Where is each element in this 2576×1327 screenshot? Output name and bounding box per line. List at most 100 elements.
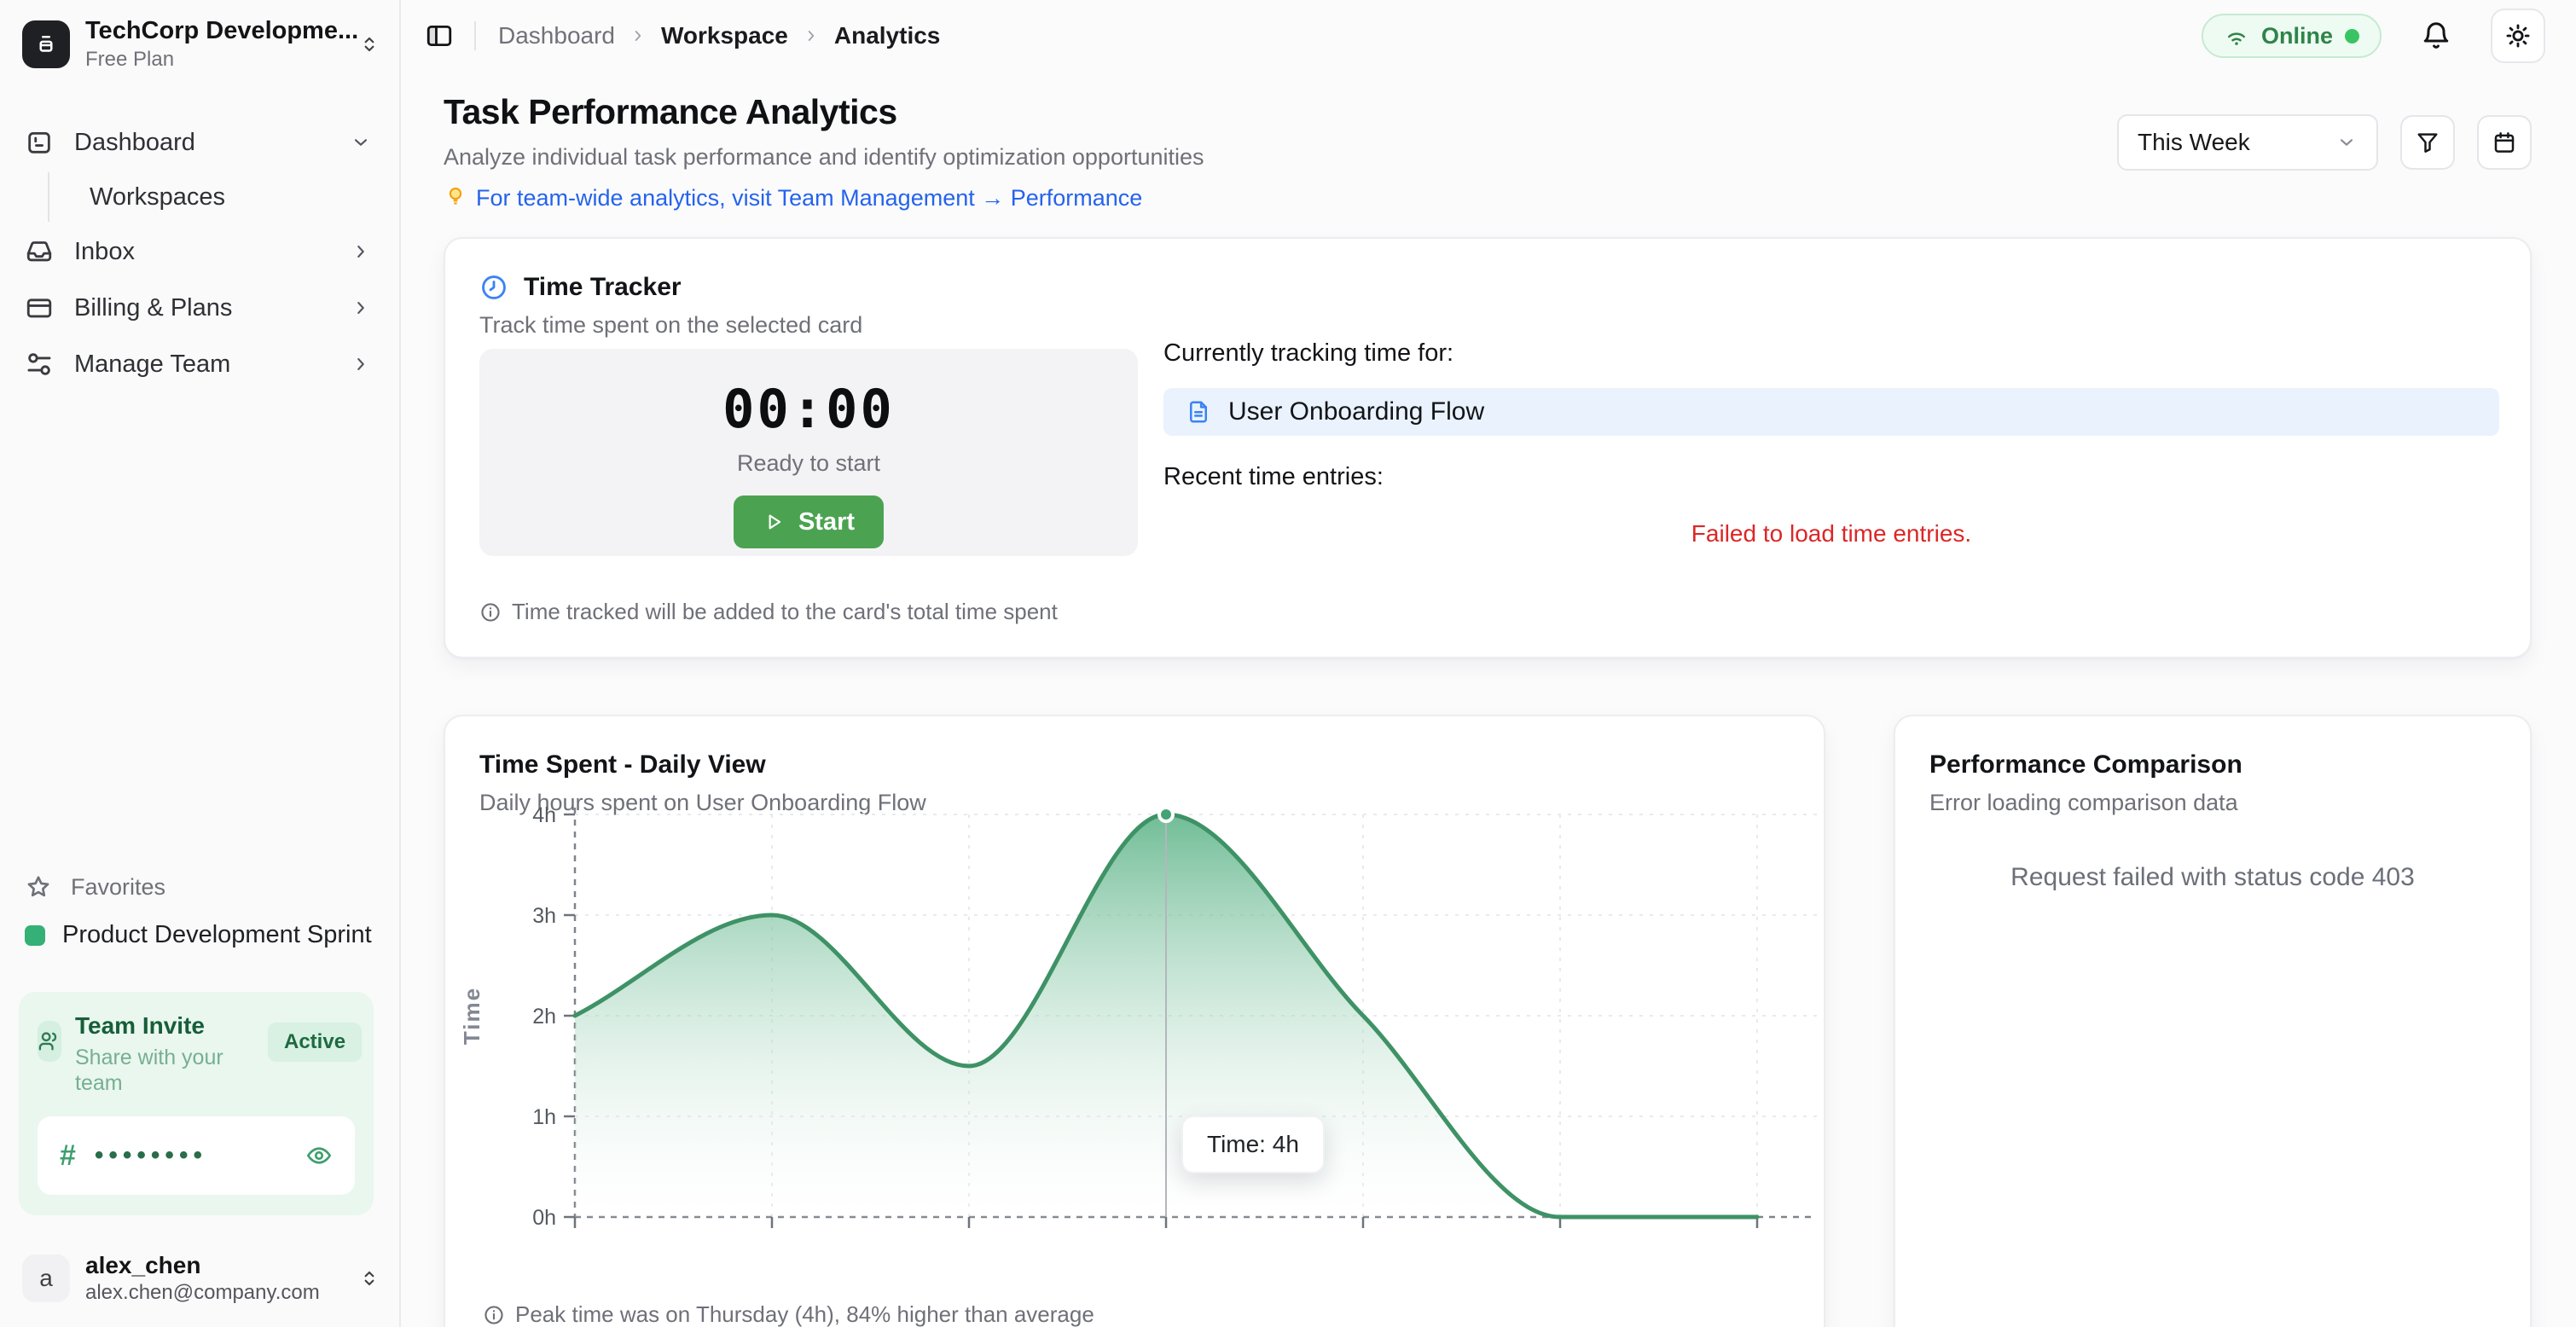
sidebar-item-manage-team[interactable]: Manage Team [0,336,401,392]
date-range-value: This Week [2138,129,2335,156]
page-title: Task Performance Analytics [444,92,1204,132]
team-invite-text: Team Invite Share with your team [75,1012,254,1096]
sidebar-item-inbox[interactable]: Inbox [0,223,401,280]
tip-link-label: For team-wide analytics, visit Team Mana… [476,185,1142,212]
svg-text:2h: 2h [532,1005,556,1029]
timer-status: Ready to start [479,450,1138,477]
time-spent-area-chart[interactable]: 0h 1h 2h 3h 4h Time [445,797,1827,1249]
eye-icon[interactable] [305,1142,333,1169]
sidebar-item-dashboard[interactable]: Dashboard [0,114,401,171]
comparison-error-message: Request failed with status code 403 [1895,863,2530,892]
org-logo-icon [22,20,70,68]
chart-title: Time Spent - Daily View [479,750,766,779]
star-icon [25,873,52,901]
sidebar: TechCorp Developme... Free Plan Dashboar… [0,0,401,1327]
tracking-label: Currently tracking time for: [1163,339,2499,368]
topbar-divider [474,21,476,50]
sidebar-item-label: Workspaces [90,183,225,212]
settings-sliders-icon [25,350,54,379]
page-subtitle: Analyze individual task performance and … [444,144,1204,171]
svg-text:0h: 0h [532,1206,556,1230]
start-button-label: Start [798,508,855,536]
filter-button[interactable] [2400,115,2455,170]
tracked-card-chip[interactable]: User Onboarding Flow [1163,388,2499,436]
team-analytics-tip-link[interactable]: For team-wide analytics, visit Team Mana… [444,184,1204,212]
chevrons-up-down-icon [358,33,380,55]
info-icon [479,601,502,623]
topbar: Dashboard Workspace Analytics Online [403,0,2576,72]
favorite-item-label: Product Development Sprint [62,921,372,949]
timer-panel: 00:00 Ready to start Start [479,349,1138,556]
theme-toggle-button[interactable] [2491,9,2545,63]
org-plan: Free Plan [85,48,343,72]
entries-error-message: Failed to load time entries. [1163,520,2499,548]
performance-comparison-card: Performance Comparison Error loading com… [1894,715,2532,1327]
sidebar-item-label: Inbox [74,238,329,266]
favorites-label: Favorites [71,874,165,901]
sidebar-item-billing[interactable]: Billing & Plans [0,280,401,336]
entries-label: Recent time entries: [1163,463,2499,491]
page-header: Task Performance Analytics Analyze indiv… [444,92,1204,212]
org-meta: TechCorp Developme... Free Plan [85,17,343,72]
user-meta: alex_chen alex.chen@company.com [85,1252,343,1305]
tracker-subtitle: Track time spent on the selected card [479,312,862,339]
breadcrumb-dashboard[interactable]: Dashboard [498,22,615,49]
user-name: alex_chen [85,1252,343,1279]
chevron-down-icon [2335,131,2358,154]
hash-icon: # [60,1139,76,1173]
chevron-right-icon [350,297,372,319]
chevrons-up-down-icon [358,1267,380,1289]
svg-text:4h: 4h [532,803,556,827]
breadcrumb-analytics[interactable]: Analytics [834,22,941,49]
inbox-icon [25,237,54,266]
lightbulb-icon [444,184,467,212]
chevron-right-icon [350,353,372,375]
clock-icon [479,273,508,302]
org-switcher[interactable]: TechCorp Developme... Free Plan [22,17,380,72]
chart-tooltip: Time: 4h [1181,1115,1325,1173]
breadcrumb: Dashboard Workspace Analytics [498,22,940,49]
time-tracker-card: Time Tracker Track time spent on the sel… [444,237,2532,658]
status-badge: Active [268,1023,362,1062]
calendar-icon [2492,130,2517,155]
favorites-header: Favorites [25,873,165,901]
comparison-title: Performance Comparison [1929,750,2242,779]
file-text-icon [1186,399,1211,425]
tracking-column: Currently tracking time for: User Onboar… [1163,339,2499,548]
users-icon [38,1021,61,1062]
team-invite-card: Team Invite Share with your team Active … [19,992,374,1215]
breadcrumb-workspace[interactable]: Workspace [661,22,788,49]
header-controls: This Week [2117,114,2532,171]
invite-code-field[interactable]: # •••••••• [38,1116,355,1195]
calendar-button[interactable] [2477,115,2532,170]
invite-code-masked: •••••••• [95,1141,287,1170]
tracked-card-name: User Onboarding Flow [1228,397,1484,426]
sidebar-item-label: Manage Team [74,351,329,379]
user-menu[interactable]: a alex_chen alex.chen@company.com [22,1252,380,1305]
bell-icon[interactable] [2421,20,2451,51]
online-dot [2345,29,2359,43]
chart-footnote-label: Peak time was on Thursday (4h), 84% high… [515,1301,1094,1327]
wifi-icon [2224,23,2249,49]
team-invite-subtitle: Share with your team [75,1045,254,1096]
chevron-right-icon [629,26,647,45]
svg-text:1h: 1h [532,1105,556,1129]
avatar: a [22,1255,70,1302]
chevron-down-icon [350,131,372,154]
tracker-title: Time Tracker [524,273,682,302]
timer-display: 00:00 [479,378,1138,440]
sidebar-item-label: Dashboard [74,129,329,157]
play-icon [763,511,785,533]
date-range-select[interactable]: This Week [2117,114,2378,171]
favorite-item-sprint[interactable]: Product Development Sprint [25,921,372,949]
start-button[interactable]: Start [734,495,884,548]
sidebar-nav: Dashboard Workspaces Inbox [0,114,401,392]
chevron-right-icon [802,26,821,45]
svg-text:Time: Time [459,987,484,1045]
svg-text:3h: 3h [532,904,556,928]
board-color-dot [25,925,45,946]
comparison-subtitle: Error loading comparison data [1929,790,2238,816]
sun-icon [2503,21,2532,50]
sidebar-item-workspaces[interactable]: Workspaces [0,171,401,223]
sidebar-toggle-icon[interactable] [420,16,459,55]
